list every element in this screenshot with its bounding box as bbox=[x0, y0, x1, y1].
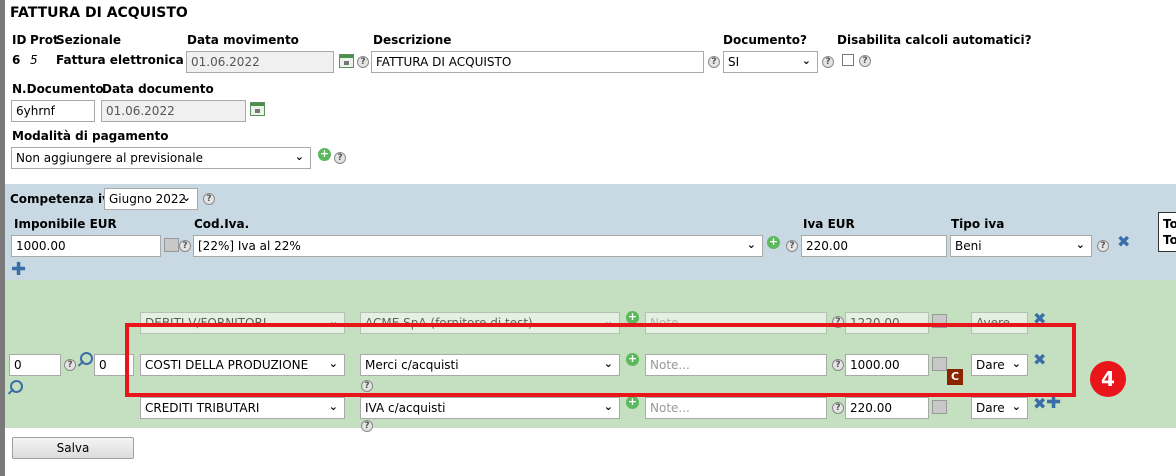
help-icon[interactable]: ? bbox=[179, 240, 191, 252]
chevron-down-icon: ⌄ bbox=[801, 54, 811, 67]
help-icon[interactable]: ? bbox=[334, 152, 346, 164]
data-movimento-input[interactable]: 01.06.2022 bbox=[186, 51, 334, 73]
help-icon[interactable]: ? bbox=[203, 193, 215, 205]
add-icon[interactable]: + bbox=[626, 396, 639, 409]
add-row-icon[interactable]: ✚ bbox=[11, 261, 26, 279]
label-sezionale: Sezionale bbox=[56, 33, 122, 47]
tipoiva-select[interactable]: Beni ⌄ bbox=[950, 235, 1092, 257]
pagamento-select[interactable]: Non aggiungere al previsionale ⌄ bbox=[11, 147, 311, 169]
help-icon[interactable]: ? bbox=[64, 359, 76, 371]
segno-select[interactable]: Dare ⌄ bbox=[971, 397, 1028, 419]
label-ivaeur: Iva EUR bbox=[803, 217, 855, 231]
chevron-down-icon: ⌄ bbox=[181, 191, 191, 204]
ivaeur-input[interactable]: 220.00 bbox=[801, 235, 947, 257]
descrizione-input[interactable]: FATTURA DI ACQUISTO bbox=[371, 51, 704, 73]
help-icon[interactable]: ? bbox=[708, 56, 720, 68]
label-descrizione: Descrizione bbox=[373, 33, 452, 47]
sottoconto-select[interactable]: IVA c/acquisti ⌄ bbox=[360, 397, 620, 419]
help-icon[interactable]: ? bbox=[361, 420, 373, 432]
iva-total-label: To bbox=[1163, 233, 1176, 247]
highlight-box bbox=[125, 323, 1076, 397]
calculator-icon[interactable] bbox=[932, 400, 947, 414]
imponibile-input[interactable]: 1000.00 bbox=[11, 235, 161, 257]
save-button[interactable]: Salva bbox=[12, 437, 134, 459]
segno-value: Dare bbox=[976, 401, 1005, 415]
disabilita-checkbox[interactable] bbox=[842, 54, 854, 66]
label-n-documento: N.Documento bbox=[12, 82, 104, 96]
help-icon[interactable]: ? bbox=[832, 402, 844, 414]
documento-select[interactable]: SI ⌄ bbox=[723, 51, 818, 73]
conto-select[interactable]: CREDITI TRIBUTARI ⌄ bbox=[140, 397, 345, 419]
importo-input[interactable]: 220.00 bbox=[845, 397, 929, 419]
value-id: 6 bbox=[12, 53, 21, 67]
note-input[interactable]: Note... bbox=[645, 397, 827, 419]
chevron-down-icon: ⌄ bbox=[1075, 238, 1085, 251]
add-icon[interactable]: + bbox=[767, 236, 780, 249]
help-icon[interactable]: ? bbox=[786, 240, 798, 252]
pagamento-value: Non aggiungere al previsionale bbox=[16, 151, 203, 165]
label-imponibile: Imponibile EUR bbox=[14, 217, 117, 231]
sottoconto-value: IVA c/acquisti bbox=[365, 401, 446, 415]
n-documento-input[interactable]: 6yhrnf bbox=[11, 100, 95, 122]
page-title: FATTURA DI ACQUISTO bbox=[10, 5, 188, 21]
chevron-down-icon: ⌄ bbox=[328, 400, 338, 413]
competenza-select[interactable]: Giugno 2022 ⌄ bbox=[104, 188, 198, 210]
step-badge-label: 4 bbox=[1101, 367, 1115, 391]
remove-icon[interactable]: ✖ bbox=[1033, 396, 1046, 412]
codiva-select[interactable]: [22%] Iva al 22% ⌄ bbox=[193, 235, 763, 257]
row-input-a[interactable]: 0 bbox=[9, 354, 61, 376]
codiva-value: [22%] Iva al 22% bbox=[198, 239, 301, 253]
label-documento: Documento? bbox=[723, 33, 807, 47]
help-icon[interactable]: ? bbox=[822, 56, 834, 68]
tipoiva-value: Beni bbox=[955, 239, 982, 253]
calendar-icon[interactable] bbox=[339, 54, 354, 68]
help-icon[interactable]: ? bbox=[1097, 240, 1109, 252]
conto-value: CREDITI TRIBUTARI bbox=[145, 401, 260, 415]
help-icon[interactable]: ? bbox=[357, 56, 369, 68]
remove-icon[interactable]: ✖ bbox=[1117, 234, 1130, 250]
label-disabilita: Disabilita calcoli automatici? bbox=[837, 33, 1032, 47]
search-icon[interactable] bbox=[79, 352, 93, 368]
documento-value: SI bbox=[728, 55, 740, 69]
calendar-icon[interactable] bbox=[250, 102, 265, 116]
add-icon[interactable]: + bbox=[318, 148, 331, 161]
add-row-icon[interactable]: ✚ bbox=[1046, 394, 1061, 412]
label-pagamento: Modalità di pagamento bbox=[12, 129, 169, 143]
label-data-documento: Data documento bbox=[102, 82, 214, 96]
label-prot: Prot bbox=[30, 33, 59, 47]
chevron-down-icon: ⌄ bbox=[1011, 400, 1021, 413]
label-data-movimento: Data movimento bbox=[187, 33, 299, 47]
chevron-down-icon: ⌄ bbox=[294, 150, 304, 163]
value-prot: 5 bbox=[30, 53, 38, 67]
search-icon[interactable] bbox=[9, 380, 23, 396]
calculator-icon[interactable] bbox=[164, 238, 179, 252]
step-badge: 4 bbox=[1090, 361, 1126, 397]
competenza-value: Giugno 2022 bbox=[109, 192, 187, 206]
label-tipoiva: Tipo iva bbox=[951, 217, 1005, 231]
save-label: Salva bbox=[56, 441, 90, 455]
chevron-down-icon: ⌄ bbox=[746, 238, 756, 251]
iva-total-label: To bbox=[1163, 217, 1176, 231]
help-icon[interactable]: ? bbox=[859, 55, 871, 67]
label-id: ID bbox=[12, 33, 27, 47]
label-codiva: Cod.Iva. bbox=[194, 217, 250, 231]
chevron-down-icon: ⌄ bbox=[603, 400, 613, 413]
data-documento-input[interactable]: 01.06.2022 bbox=[101, 100, 246, 122]
